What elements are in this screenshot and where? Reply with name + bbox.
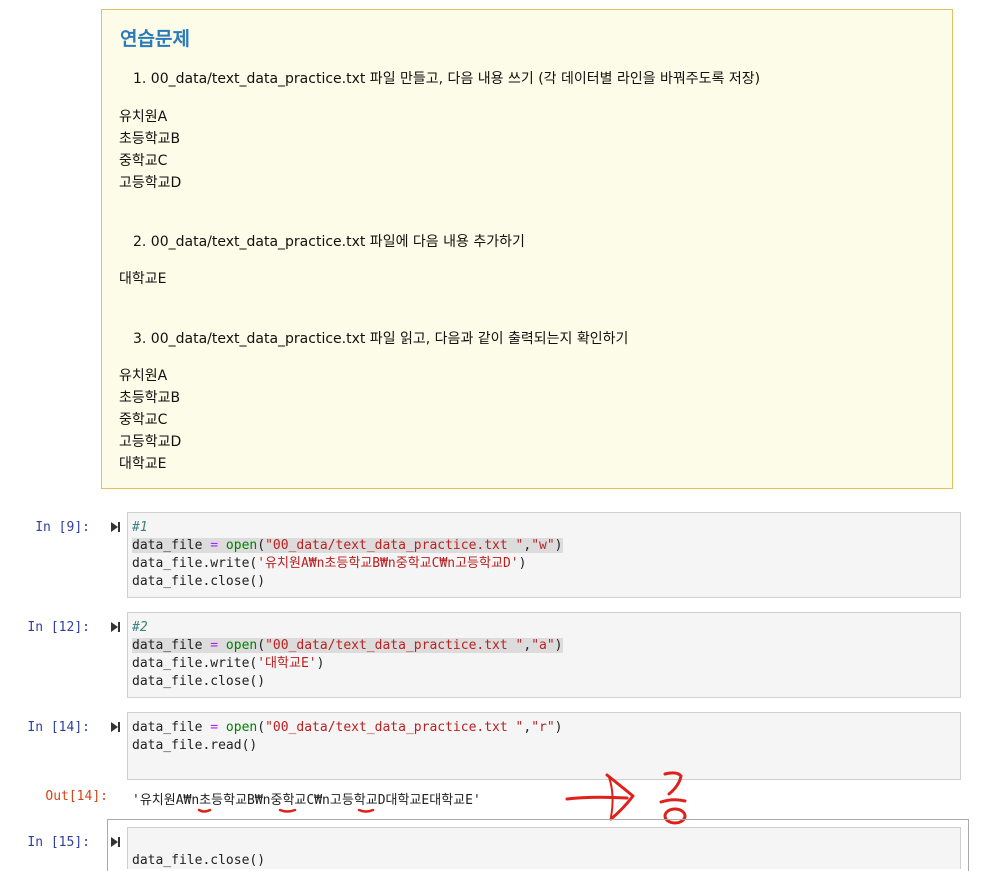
cell-prompt: In [12]: bbox=[27, 620, 90, 635]
code-line: data_file.close() bbox=[132, 574, 266, 589]
run-cell-icon[interactable] bbox=[108, 520, 122, 534]
run-cell-icon[interactable] bbox=[108, 720, 122, 734]
cell-prompt: In [14]: bbox=[27, 720, 90, 735]
code-comment: #1 bbox=[132, 520, 148, 535]
code-cell-9[interactable]: #1 data_file = open("00_data/text_data_p… bbox=[127, 512, 961, 598]
cell-prompt: In [15]: bbox=[27, 835, 90, 850]
output-prompt: Out[14]: bbox=[45, 789, 108, 804]
cell-prompt: In [9]: bbox=[35, 520, 90, 535]
exercise-title: 연습문제 bbox=[120, 28, 190, 50]
code-cell-12[interactable]: #2 data_file = open("00_data/text_data_p… bbox=[127, 612, 961, 698]
code-line: data_file.close() bbox=[132, 853, 266, 868]
question-1: 1. 00_data/text_data_practice.txt 파일 만들고… bbox=[133, 71, 761, 87]
q3-line: 초등학교B bbox=[119, 390, 181, 406]
code-cell-15[interactable]: data_file.close() bbox=[127, 827, 961, 869]
q3-line: 유치원A bbox=[119, 368, 168, 384]
red-underline-mark bbox=[197, 808, 375, 813]
run-cell-icon[interactable] bbox=[108, 835, 122, 849]
q1-line: 유치원A bbox=[119, 109, 168, 125]
q2-line: 대학교E bbox=[119, 271, 167, 287]
question-3: 3. 00_data/text_data_practice.txt 파일 읽고,… bbox=[133, 331, 629, 347]
exercise-markdown-cell[interactable]: 연습문제 1. 00_data/text_data_practice.txt 파… bbox=[101, 9, 953, 489]
q3-line: 대학교E bbox=[119, 456, 167, 472]
code-line: data_file.read() bbox=[132, 738, 258, 753]
q3-line: 중학교C bbox=[119, 412, 168, 428]
highlighted-code: data_file = open("00_data/text_data_prac… bbox=[132, 638, 563, 653]
q3-line: 고등학교D bbox=[119, 434, 182, 450]
q1-line: 고등학교D bbox=[119, 175, 182, 191]
q1-line: 중학교C bbox=[119, 153, 168, 169]
code-cell-14[interactable]: data_file = open("00_data/text_data_prac… bbox=[127, 712, 961, 780]
code-line: data_file.close() bbox=[132, 674, 266, 689]
run-cell-icon[interactable] bbox=[108, 620, 122, 634]
highlighted-code: data_file = open("00_data/text_data_prac… bbox=[132, 538, 563, 553]
question-2: 2. 00_data/text_data_practice.txt 파일에 다음… bbox=[133, 234, 525, 250]
code-comment: #2 bbox=[132, 620, 148, 635]
q1-line: 초등학교B bbox=[119, 131, 181, 147]
